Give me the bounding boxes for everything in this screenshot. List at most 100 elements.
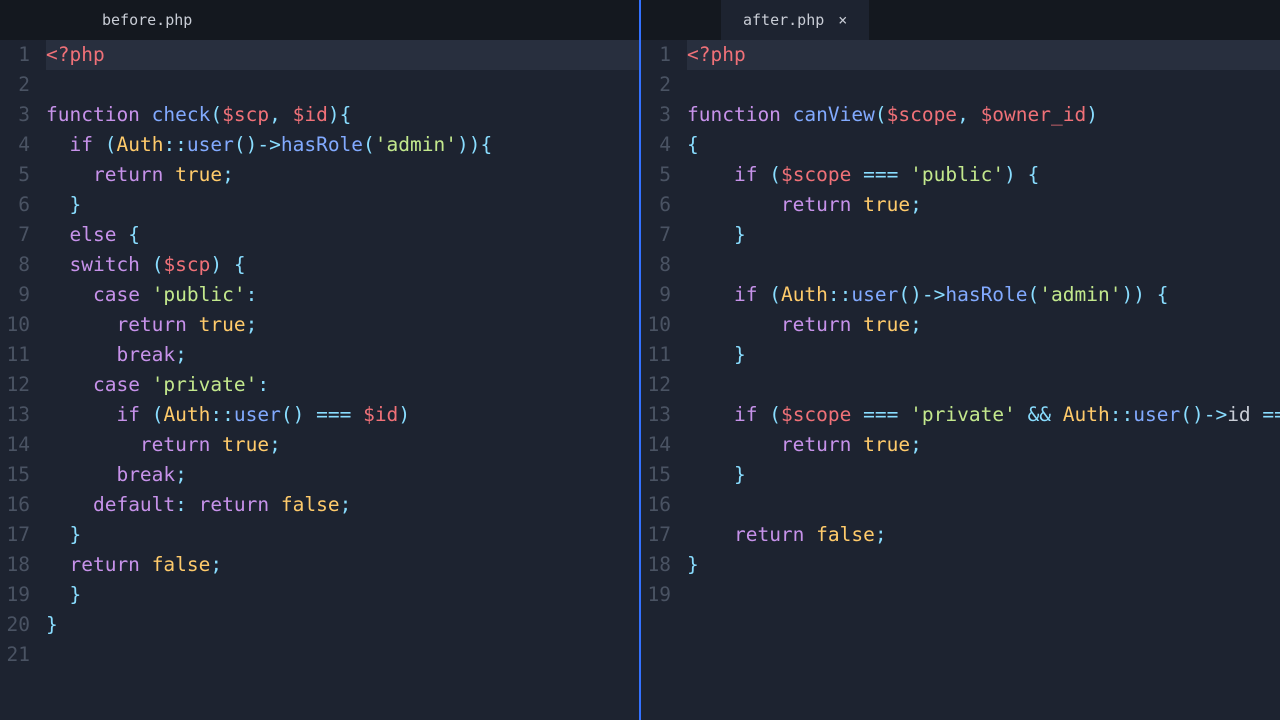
code-line[interactable]: return true; xyxy=(687,310,1280,340)
line-number: 19 xyxy=(0,580,30,610)
line-number: 16 xyxy=(641,490,671,520)
line-number: 9 xyxy=(0,280,30,310)
tab-bar-left: before.php xyxy=(0,0,639,40)
code-line[interactable]: } xyxy=(46,520,639,550)
line-number: 1 xyxy=(0,40,30,70)
close-icon[interactable]: × xyxy=(838,13,847,28)
code-content[interactable]: <?php function check($scp, $id){ if (Aut… xyxy=(40,40,639,720)
code-area-left[interactable]: 123456789101112131415161718192021 <?php … xyxy=(0,40,639,720)
editor-pane-left: before.php 12345678910111213141516171819… xyxy=(0,0,641,720)
line-number: 10 xyxy=(0,310,30,340)
line-number: 7 xyxy=(641,220,671,250)
tab-bar-right: after.php × xyxy=(641,0,1280,40)
code-line[interactable]: break; xyxy=(46,460,639,490)
line-number: 17 xyxy=(641,520,671,550)
code-line[interactable]: return false; xyxy=(687,520,1280,550)
line-number: 12 xyxy=(0,370,30,400)
code-line[interactable]: return true; xyxy=(46,160,639,190)
line-number: 14 xyxy=(0,430,30,460)
tab-filler xyxy=(0,0,80,40)
code-line[interactable]: if (Auth::user() === $id) xyxy=(46,400,639,430)
line-number: 2 xyxy=(641,70,671,100)
code-line[interactable] xyxy=(687,250,1280,280)
code-line[interactable]: } xyxy=(687,550,1280,580)
code-line[interactable]: <?php xyxy=(687,40,1280,70)
line-number: 4 xyxy=(0,130,30,160)
line-number: 11 xyxy=(0,340,30,370)
code-line[interactable] xyxy=(687,490,1280,520)
code-line[interactable]: { xyxy=(687,130,1280,160)
code-line[interactable]: return true; xyxy=(687,430,1280,460)
code-area-right[interactable]: 12345678910111213141516171819 <?php func… xyxy=(641,40,1280,720)
code-line[interactable]: case 'public': xyxy=(46,280,639,310)
code-line[interactable] xyxy=(687,580,1280,610)
code-line[interactable]: <?php xyxy=(46,40,639,70)
line-number: 9 xyxy=(641,280,671,310)
code-line[interactable]: } xyxy=(687,460,1280,490)
line-number: 11 xyxy=(641,340,671,370)
code-line[interactable]: } xyxy=(46,580,639,610)
line-number: 21 xyxy=(0,640,30,670)
code-line[interactable]: } xyxy=(46,190,639,220)
line-gutter: 123456789101112131415161718192021 xyxy=(0,40,40,720)
tab-title: after.php xyxy=(743,11,824,29)
line-number: 5 xyxy=(641,160,671,190)
line-number: 19 xyxy=(641,580,671,610)
line-number: 14 xyxy=(641,430,671,460)
tab-after-php[interactable]: after.php × xyxy=(721,0,869,40)
line-number: 17 xyxy=(0,520,30,550)
code-line[interactable]: if (Auth::user()->hasRole('admin')){ xyxy=(46,130,639,160)
code-line[interactable]: return true; xyxy=(687,190,1280,220)
code-line[interactable]: if (Auth::user()->hasRole('admin')) { xyxy=(687,280,1280,310)
tab-title: before.php xyxy=(102,11,192,29)
tab-filler xyxy=(641,0,721,40)
code-line[interactable]: return false; xyxy=(46,550,639,580)
line-number: 10 xyxy=(641,310,671,340)
code-line[interactable]: break; xyxy=(46,340,639,370)
line-number: 18 xyxy=(0,550,30,580)
code-line[interactable] xyxy=(46,70,639,100)
code-line[interactable]: function check($scp, $id){ xyxy=(46,100,639,130)
line-number: 20 xyxy=(0,610,30,640)
code-line[interactable] xyxy=(46,640,639,670)
line-number: 13 xyxy=(641,400,671,430)
code-line[interactable] xyxy=(687,70,1280,100)
code-line[interactable]: return true; xyxy=(46,430,639,460)
code-line[interactable]: switch ($scp) { xyxy=(46,250,639,280)
line-number: 4 xyxy=(641,130,671,160)
code-line[interactable]: else { xyxy=(46,220,639,250)
code-line[interactable]: case 'private': xyxy=(46,370,639,400)
code-line[interactable]: if ($scope === 'public') { xyxy=(687,160,1280,190)
line-number: 6 xyxy=(641,190,671,220)
tab-filler xyxy=(214,0,639,40)
line-number: 15 xyxy=(641,460,671,490)
line-number: 7 xyxy=(0,220,30,250)
line-gutter: 12345678910111213141516171819 xyxy=(641,40,681,720)
code-content[interactable]: <?php function canView($scope, $owner_id… xyxy=(681,40,1280,720)
line-number: 6 xyxy=(0,190,30,220)
tab-filler xyxy=(869,0,1280,40)
code-line[interactable]: } xyxy=(687,340,1280,370)
code-line[interactable]: } xyxy=(46,610,639,640)
code-line[interactable]: default: return false; xyxy=(46,490,639,520)
code-line[interactable]: function canView($scope, $owner_id) xyxy=(687,100,1280,130)
code-line[interactable] xyxy=(687,370,1280,400)
code-line[interactable]: } xyxy=(687,220,1280,250)
line-number: 13 xyxy=(0,400,30,430)
line-number: 3 xyxy=(0,100,30,130)
line-number: 1 xyxy=(641,40,671,70)
code-line[interactable]: if ($scope === 'private' && Auth::user()… xyxy=(687,400,1280,430)
line-number: 18 xyxy=(641,550,671,580)
code-line[interactable]: return true; xyxy=(46,310,639,340)
line-number: 5 xyxy=(0,160,30,190)
line-number: 15 xyxy=(0,460,30,490)
tab-before-php[interactable]: before.php xyxy=(80,0,214,40)
editor-split: before.php 12345678910111213141516171819… xyxy=(0,0,1280,720)
line-number: 12 xyxy=(641,370,671,400)
line-number: 8 xyxy=(0,250,30,280)
line-number: 16 xyxy=(0,490,30,520)
line-number: 3 xyxy=(641,100,671,130)
editor-pane-right: after.php × 1234567891011121314151617181… xyxy=(641,0,1280,720)
line-number: 2 xyxy=(0,70,30,100)
line-number: 8 xyxy=(641,250,671,280)
